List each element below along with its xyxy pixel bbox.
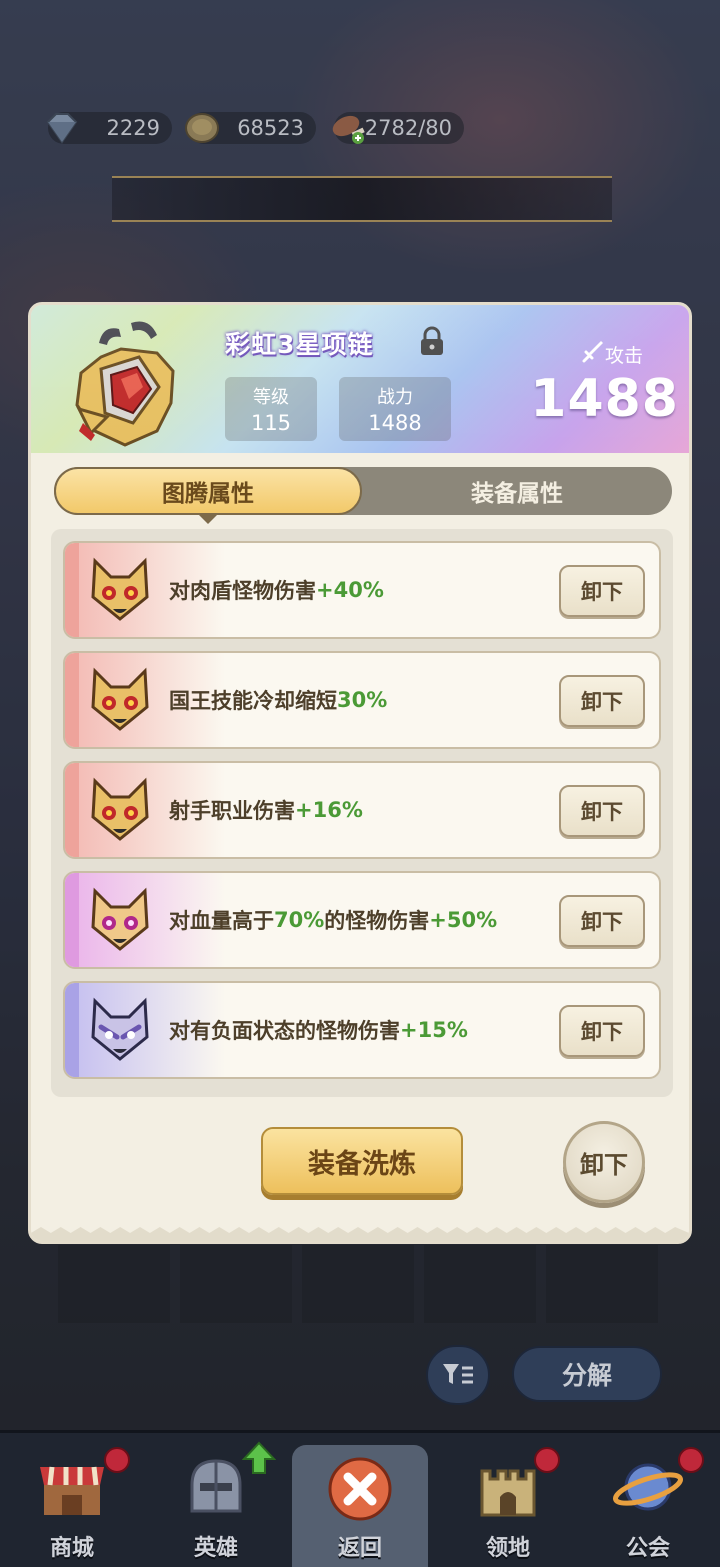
totem-text: 射手职业伤害 +16%: [169, 798, 363, 823]
coins-counter: 68523: [185, 112, 316, 144]
item-name: 彩虹3星项链: [225, 330, 374, 359]
totem-row: 射手职业伤害 +16% 卸下: [63, 761, 661, 859]
power-value: 1488: [368, 411, 422, 435]
gems-counter: 2229: [46, 112, 172, 144]
totem-row: 对肉盾怪物伤害 +40% 卸下: [63, 541, 661, 639]
power-box: 战力 1488: [339, 377, 451, 441]
power-label: 战力: [377, 387, 413, 408]
totem-row: 对有负面状态的怪物伤害 +15% 卸下: [63, 981, 661, 1079]
shop-icon: [40, 1466, 104, 1515]
nav-item-heroes[interactable]: 英雄: [144, 1433, 288, 1567]
necklace-item-icon: [75, 321, 175, 447]
attack-value: 1488: [530, 369, 679, 429]
decompose-button[interactable]: 分解: [512, 1346, 662, 1402]
nav-item-guild[interactable]: 公会: [576, 1433, 720, 1567]
nav-label: 英雄: [193, 1536, 238, 1561]
lock-icon[interactable]: [419, 325, 445, 357]
fox-mask-icon: [91, 667, 149, 731]
item-header: 彩虹3星项链 等级 115 战力 1488 攻击 1488: [31, 305, 689, 453]
coins-value: 68523: [237, 116, 304, 140]
unequip-button[interactable]: 卸下: [559, 565, 645, 617]
nav-label: 商城: [49, 1536, 94, 1561]
bottom-navigation: 商城 英雄 返回 领地 公会: [0, 1430, 720, 1567]
panel-edge-decoration: [31, 1227, 689, 1241]
fox-mask-icon: [91, 887, 149, 951]
refine-equipment-button[interactable]: 装备洗炼: [261, 1127, 463, 1195]
nav-item-territory[interactable]: 领地: [436, 1433, 580, 1567]
level-box: 等级 115: [225, 377, 317, 441]
sword-icon: [582, 341, 603, 363]
level-label: 等级: [253, 387, 289, 408]
planet-icon: [613, 1463, 683, 1511]
inventory-slot: [424, 1245, 536, 1323]
tab-totem-attributes[interactable]: 图腾属性: [54, 467, 362, 524]
inventory-slot: [180, 1245, 292, 1323]
upgrade-arrow-icon: [242, 1441, 276, 1474]
filter-button[interactable]: [426, 1345, 490, 1405]
nav-label: 返回: [337, 1536, 382, 1561]
inventory-slot: [546, 1245, 658, 1323]
totem-text: 对有负面状态的怪物伤害 +15%: [169, 1018, 468, 1043]
unequip-button[interactable]: 卸下: [559, 1005, 645, 1057]
equipment-panel: 彩虹3星项链 等级 115 战力 1488 攻击 1488 图腾属性 装备属性 …: [28, 302, 692, 1244]
nav-label: 公会: [625, 1536, 670, 1561]
fox-mask-icon: [91, 997, 149, 1061]
nav-item-back[interactable]: 返回: [292, 1445, 428, 1567]
level-value: 115: [250, 411, 292, 435]
tab-equipment-attributes[interactable]: 装备属性: [362, 467, 672, 515]
totem-row: 国王技能冷却缩短 30% 卸下: [63, 651, 661, 749]
totem-row: 对血量高于 70% 的怪物伤害 +50% 卸下: [63, 871, 661, 969]
fox-mask-icon: [91, 777, 149, 841]
notification-badge: [678, 1447, 704, 1473]
unequip-item-button[interactable]: 卸下: [563, 1121, 645, 1203]
meat-value: 2782/80: [364, 116, 452, 140]
inventory-slot: [302, 1245, 414, 1323]
filter-icon: [443, 1364, 473, 1384]
totem-list: 对肉盾怪物伤害 +40% 卸下 国王技能冷却缩短 30% 卸下 射手职业伤害 +16%…: [51, 529, 673, 1097]
totem-text: 对血量高于 70% 的怪物伤害 +50%: [169, 908, 498, 933]
close-icon: [328, 1457, 392, 1521]
notification-badge: [104, 1447, 130, 1473]
nav-label: 领地: [485, 1536, 530, 1561]
diamond-icon: [46, 113, 78, 144]
attribute-tabs: 图腾属性 装备属性: [54, 467, 672, 524]
gems-value: 2229: [106, 116, 160, 140]
unequip-button[interactable]: 卸下: [559, 675, 645, 727]
unequip-button[interactable]: 卸下: [559, 785, 645, 837]
meat-icon: [332, 115, 365, 144]
unequip-button[interactable]: 卸下: [559, 895, 645, 947]
attack-label: 攻击: [604, 345, 643, 367]
totem-text: 对肉盾怪物伤害 +40%: [169, 578, 384, 603]
meat-counter: 2782/80: [332, 112, 464, 144]
notice-banner: [112, 176, 612, 222]
fox-mask-icon: [91, 557, 149, 621]
totem-text: 国王技能冷却缩短 30%: [169, 688, 388, 713]
inventory-slot: [58, 1245, 170, 1323]
nav-item-shop[interactable]: 商城: [0, 1433, 144, 1567]
coin-icon: [185, 113, 219, 143]
notification-badge: [534, 1447, 560, 1473]
